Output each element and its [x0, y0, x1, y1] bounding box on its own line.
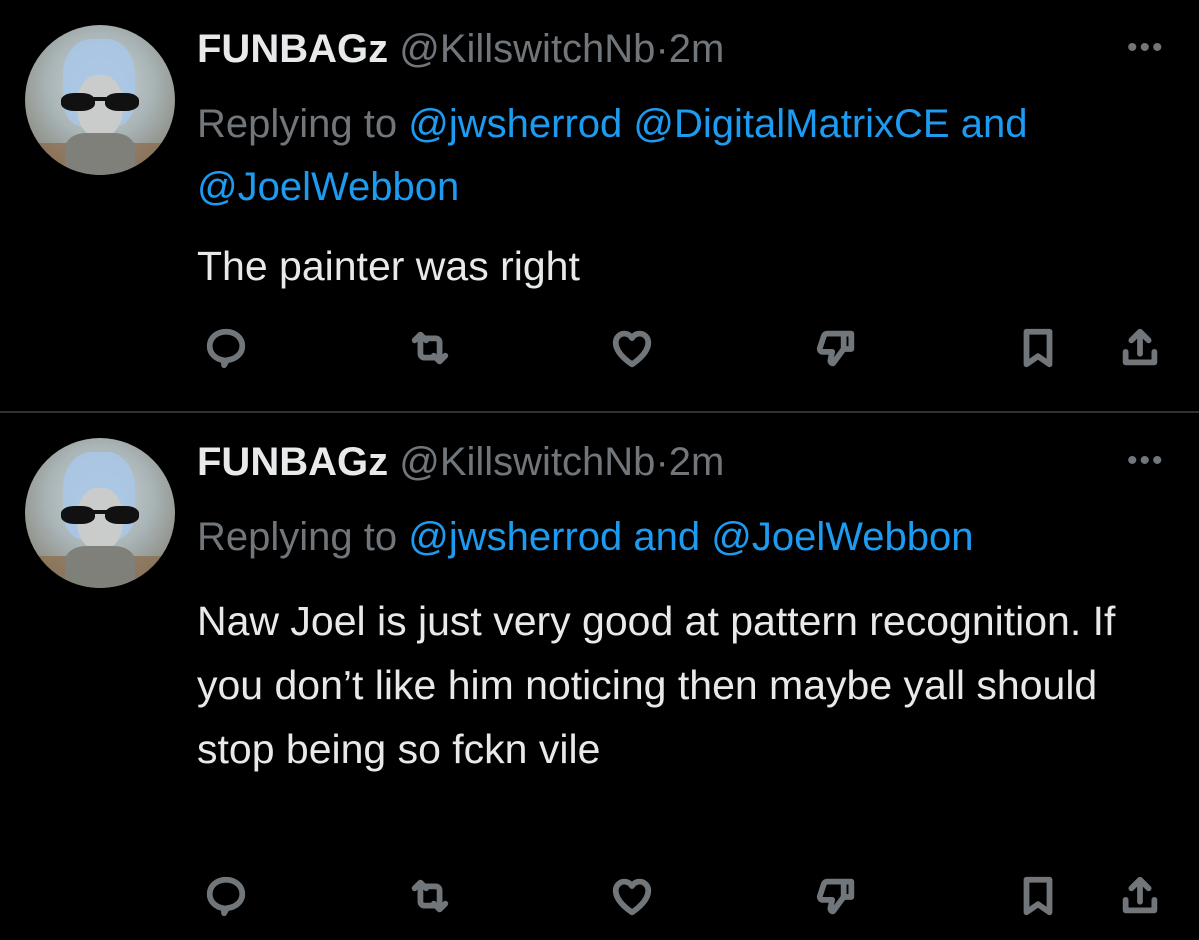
reply-icon[interactable] — [196, 866, 256, 926]
avatar-body — [65, 133, 135, 175]
tweet-text: Naw Joel is just very good at pattern re… — [197, 598, 1116, 772]
avatar-lens-left — [61, 506, 95, 524]
replying-prefix: Replying to — [197, 515, 398, 559]
bookmark-icon[interactable] — [1008, 866, 1068, 926]
replying-prefix: Replying to — [197, 102, 398, 146]
retweet-icon[interactable] — [400, 318, 460, 378]
user-handle[interactable]: @KillswitchNb — [399, 27, 655, 71]
avatar-lens-left — [61, 93, 95, 111]
avatar[interactable] — [25, 25, 175, 175]
share-icon[interactable] — [1110, 318, 1170, 378]
user-handle[interactable]: @KillswitchNb — [399, 440, 655, 484]
avatar-lens-right — [105, 93, 139, 111]
display-name[interactable]: FUNBAGz — [197, 27, 388, 71]
tweet-header: FUNBAGz @KillswitchNb·2m — [197, 437, 724, 487]
action-bar — [0, 318, 1199, 378]
timestamp[interactable]: 2m — [669, 27, 725, 71]
replying-to: Replying to @jwsherrod and @JoelWebbon — [197, 506, 1177, 569]
tweet-header: FUNBAGz @KillswitchNb·2m — [197, 24, 724, 74]
mention-and: and — [960, 102, 1028, 146]
mention-and: and — [633, 515, 701, 559]
action-bar — [0, 866, 1199, 926]
more-options-icon[interactable]: ••• — [1127, 33, 1167, 63]
tweet[interactable]: FUNBAGz @KillswitchNb·2m ••• Replying to… — [0, 0, 1199, 412]
bookmark-icon[interactable] — [1008, 318, 1068, 378]
mention-link[interactable]: @jwsherrod — [408, 515, 622, 559]
tweet[interactable]: FUNBAGz @KillswitchNb·2m ••• Replying to… — [0, 413, 1199, 940]
avatar-lens-right — [105, 506, 139, 524]
separator-dot: · — [655, 440, 669, 484]
avatar-sunglasses — [61, 506, 141, 524]
retweet-icon[interactable] — [400, 866, 460, 926]
display-name[interactable]: FUNBAGz — [197, 440, 388, 484]
dislike-icon[interactable] — [806, 318, 866, 378]
timestamp[interactable]: 2m — [669, 440, 725, 484]
tweet-text: The painter was right — [197, 243, 580, 289]
more-options-icon[interactable]: ••• — [1127, 446, 1167, 476]
like-icon[interactable] — [602, 318, 662, 378]
avatar-body — [65, 546, 135, 588]
reply-icon[interactable] — [196, 318, 256, 378]
mention-link[interactable]: @DigitalMatrixCE — [633, 102, 949, 146]
replying-to: Replying to @jwsherrod @DigitalMatrixCE … — [197, 93, 1177, 219]
mention-link[interactable]: @JoelWebbon — [711, 515, 973, 559]
share-icon[interactable] — [1110, 866, 1170, 926]
dislike-icon[interactable] — [806, 866, 866, 926]
avatar[interactable] — [25, 438, 175, 588]
like-icon[interactable] — [602, 866, 662, 926]
avatar-sunglasses — [61, 93, 141, 111]
separator-dot: · — [655, 27, 669, 71]
mention-link[interactable]: @jwsherrod — [408, 102, 622, 146]
mention-link[interactable]: @JoelWebbon — [197, 165, 459, 209]
